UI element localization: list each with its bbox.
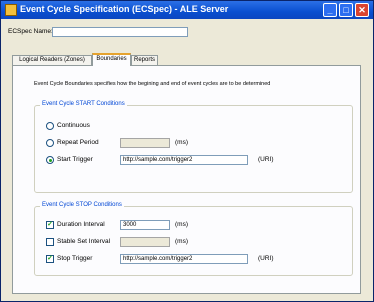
duration-interval-checkbox[interactable]: ✓ [46,221,54,229]
boundaries-description: Event Cycle Boundaries specifies how the… [34,81,271,87]
window-title: Event Cycle Specification (ECSpec) - ALE… [20,4,229,14]
repeat-period-radio[interactable] [46,139,54,147]
duration-interval-unit: (ms) [175,221,188,228]
stable-set-interval-label: Stable Set Interval [57,238,111,245]
tab-logical-readers[interactable]: Logical Readers (Zones) [12,55,92,65]
stable-set-interval-unit: (ms) [175,238,188,245]
stable-set-interval-checkbox[interactable] [46,238,54,246]
spec-name-input[interactable] [52,27,188,37]
stable-set-interval-input[interactable] [120,237,170,247]
stop-conditions-group: Event Cycle STOP Conditions ✓ Duration I… [34,202,353,276]
maximize-button[interactable]: □ [339,3,353,17]
repeat-period-label: Repeat Period [57,139,99,146]
app-icon [5,4,17,16]
continuous-radio[interactable] [46,122,54,130]
start-trigger-unit: (URI) [258,156,274,163]
boundaries-panel: Event Cycle Boundaries specifies how the… [12,65,361,294]
close-button[interactable]: ✕ [355,3,369,17]
spec-name-label: ECSpec Name: [8,28,53,35]
minimize-button[interactable]: _ [323,3,337,17]
start-trigger-input[interactable]: http://sample.com/trigger2 [120,155,248,165]
stop-trigger-unit: (URI) [258,255,274,262]
ecspec-window: Event Cycle Specification (ECSpec) - ALE… [0,0,374,302]
stop-trigger-input[interactable]: http://sample.com/trigger2 [120,254,248,264]
continuous-label: Continuous [57,122,90,129]
duration-interval-label: Duration Interval [57,221,105,228]
start-conditions-group: Event Cycle START Conditions Continuous … [34,101,353,193]
title-bar[interactable]: Event Cycle Specification (ECSpec) - ALE… [1,1,373,19]
start-conditions-title: Event Cycle START Conditions [40,101,127,107]
tab-boundaries[interactable]: Boundaries [92,53,131,66]
repeat-period-unit: (ms) [175,139,188,146]
stop-trigger-label: Stop Trigger [57,255,93,262]
stop-conditions-title: Event Cycle STOP Conditions [40,202,124,208]
tab-reports[interactable]: Reports [131,55,158,65]
start-trigger-label: Start Trigger [57,156,93,163]
repeat-period-input[interactable] [120,138,170,148]
stop-trigger-checkbox[interactable]: ✓ [46,255,54,263]
start-trigger-radio[interactable] [46,156,54,164]
duration-interval-input[interactable]: 3000 [120,220,170,230]
